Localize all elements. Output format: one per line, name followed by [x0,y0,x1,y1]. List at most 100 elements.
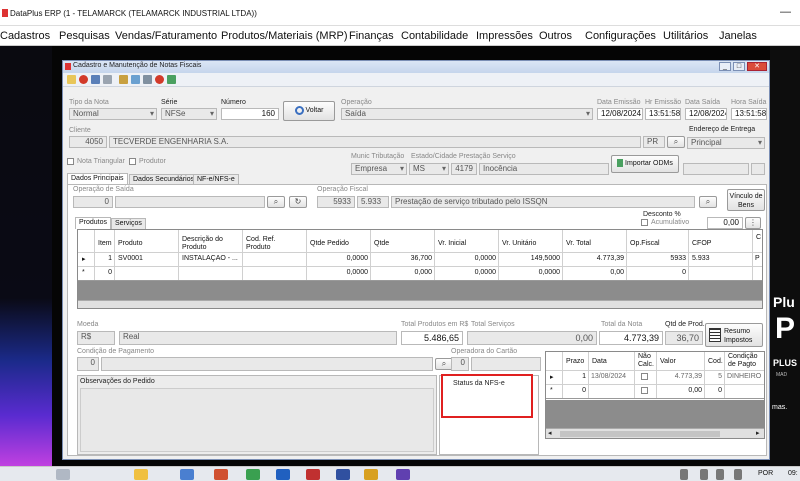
cliente-codigo-input[interactable]: 4050 [69,136,107,148]
operacao-fiscal-search-icon[interactable]: ⌕ [699,196,717,208]
moeda-codigo-input[interactable]: R$ [77,331,115,345]
cancel-icon[interactable] [79,75,88,84]
acumulativo-checkbox[interactable] [641,219,648,226]
subtab-servicos[interactable]: Serviços [111,218,146,229]
col-cod[interactable]: Cod. [708,358,723,366]
taskbar-app-icon[interactable] [364,469,378,480]
cidade-input[interactable]: Inocência [479,163,609,175]
taskbar-app-icon[interactable] [180,469,194,480]
col-vr-unitario[interactable]: Vr. Unitário [502,240,536,248]
scroll-left-icon[interactable]: ◂ [548,429,552,437]
cell-vr-inicial[interactable]: 0,0000 [436,255,496,262]
menu-produtos-materiais[interactable]: Produtos/Materiais (MRP) [221,30,348,42]
operadora-cartao-codigo[interactable]: 0 [451,357,469,371]
cell-prazo[interactable]: 1 [564,373,586,380]
produtor-checkbox[interactable] [129,158,136,165]
operadora-cartao-descricao[interactable] [471,357,541,371]
tray-chevron-icon[interactable] [680,469,688,480]
importar-odms-button[interactable]: Importar ODMs [611,155,679,173]
col-descricao[interactable]: Descrição do Produto [182,236,238,252]
cell-qtde-pedido[interactable]: 0,0000 [308,255,368,262]
tray-clock[interactable]: 09: [788,470,798,477]
moeda-input[interactable]: Real [119,331,397,345]
taskbar-app-icon[interactable] [336,469,350,480]
copy-icon[interactable] [119,75,128,84]
data-emissao-input[interactable]: 12/08/2024 [597,108,643,120]
print-icon[interactable] [143,75,152,84]
condicao-pagamento-codigo[interactable]: 0 [77,357,99,371]
cell-descricao[interactable]: INSTALAÇÃO - ... [182,255,240,262]
cell-vr-unitario[interactable]: 149,5000 [500,255,560,262]
taskbar-app-icon[interactable] [214,469,228,480]
taskbar-app-icon[interactable] [396,469,410,480]
menu-pesquisas[interactable]: Pesquisas [59,30,110,42]
col-op-fiscal[interactable]: Op.Fiscal [630,240,660,248]
operacao-saida-clear-icon[interactable]: ↻ [289,196,307,208]
col-qtde[interactable]: Qtde [374,240,389,248]
cell-vr-total[interactable]: 4.773,39 [564,255,624,262]
col-cfop[interactable]: CFOP [692,240,711,248]
menu-utilitarios[interactable]: Utilitários [663,30,708,42]
export-icon[interactable] [167,75,176,84]
cell-valor[interactable]: 0,00 [658,387,702,394]
col-vr-total[interactable]: Vr. Total [566,240,591,248]
desconto-input[interactable]: 0,00 [707,217,743,229]
taskbar-app-icon[interactable] [56,469,70,480]
window-maximize-button[interactable]: □ [733,62,745,71]
block-icon[interactable] [155,75,164,84]
cidade-codigo-input[interactable]: 4179 [451,163,477,175]
desconto-apply-icon[interactable]: ⋮ [745,217,761,229]
vinculo-bens-button[interactable]: Vínculo de Bens [727,189,765,211]
cell-vr-inicial[interactable]: 0,0000 [436,269,496,276]
voltar-button[interactable]: Voltar [283,101,335,121]
col-item[interactable]: Item [98,240,112,248]
taskbar-app-icon[interactable] [276,469,290,480]
menu-vendas-faturamento[interactable]: Vendas/Faturamento [115,30,217,42]
col-condicao-pagto[interactable]: Condição de Pagto [728,353,764,369]
cell-condicao-pagto[interactable]: DINHEIRO [727,373,764,380]
col-qtde-pedido[interactable]: Qtde Pedido [310,240,349,248]
subtab-produtos[interactable]: Produtos [75,217,112,229]
munic-tributacao-select[interactable]: Empresa [351,163,407,175]
cell-prazo[interactable]: 0 [564,387,586,394]
operacao-saida-codigo[interactable]: 0 [73,196,113,208]
taskbar-app-icon[interactable] [306,469,320,480]
cell-item[interactable]: 0 [96,269,112,276]
col-data[interactable]: Data [592,358,607,366]
window-minimize-button[interactable]: _ [719,62,731,71]
nao-calc-checkbox[interactable] [641,387,648,394]
tipo-nota-select[interactable]: Normal [69,108,157,120]
numero-input[interactable]: 160 [221,108,279,120]
menu-contabilidade[interactable]: Contabilidade [401,30,468,42]
mail-icon[interactable] [131,75,140,84]
minimize-button[interactable]: — [780,6,792,18]
nao-calc-checkbox[interactable] [641,373,648,380]
cell-cfop[interactable]: 5.933 [692,255,710,262]
serie-select[interactable]: NFSe [161,108,217,120]
col-c[interactable]: C [756,234,761,242]
menu-cadastros[interactable]: Cadastros [0,30,50,42]
tray-battery-icon[interactable] [734,469,742,480]
cliente-search-icon[interactable]: ⌕ [667,136,685,148]
cell-vr-unitario[interactable]: 0,0000 [500,269,560,276]
cell-data[interactable]: 13/08/2024 [591,373,626,380]
cell-cod[interactable]: 5 [706,373,722,380]
parcelas-grid-hscrollbar[interactable]: ◂ ▸ [546,428,764,438]
tray-network-icon[interactable] [700,469,708,480]
window-close-button[interactable]: ✕ [747,62,767,71]
cell-qtde[interactable]: 36,700 [372,255,432,262]
taskbar-app-icon[interactable] [246,469,260,480]
cell-valor[interactable]: 4.773,39 [658,373,702,380]
observacoes-textarea[interactable] [80,388,434,452]
cell-vr-total[interactable]: 0,00 [564,269,624,276]
operacao-select[interactable]: Saída [341,108,593,120]
endereco-entrega-select[interactable]: Principal [687,137,765,149]
scroll-right-icon[interactable]: ▸ [756,429,760,437]
nota-triangular-checkbox[interactable] [67,158,74,165]
tray-volume-icon[interactable] [716,469,724,480]
col-vr-inicial[interactable]: Vr. Inicial [438,240,466,248]
col-cod-ref[interactable]: Cod. Ref. Produto [246,236,296,252]
menu-janelas[interactable]: Janelas [719,30,757,42]
save-icon[interactable] [91,75,100,84]
cell-qtde[interactable]: 0,000 [372,269,432,276]
